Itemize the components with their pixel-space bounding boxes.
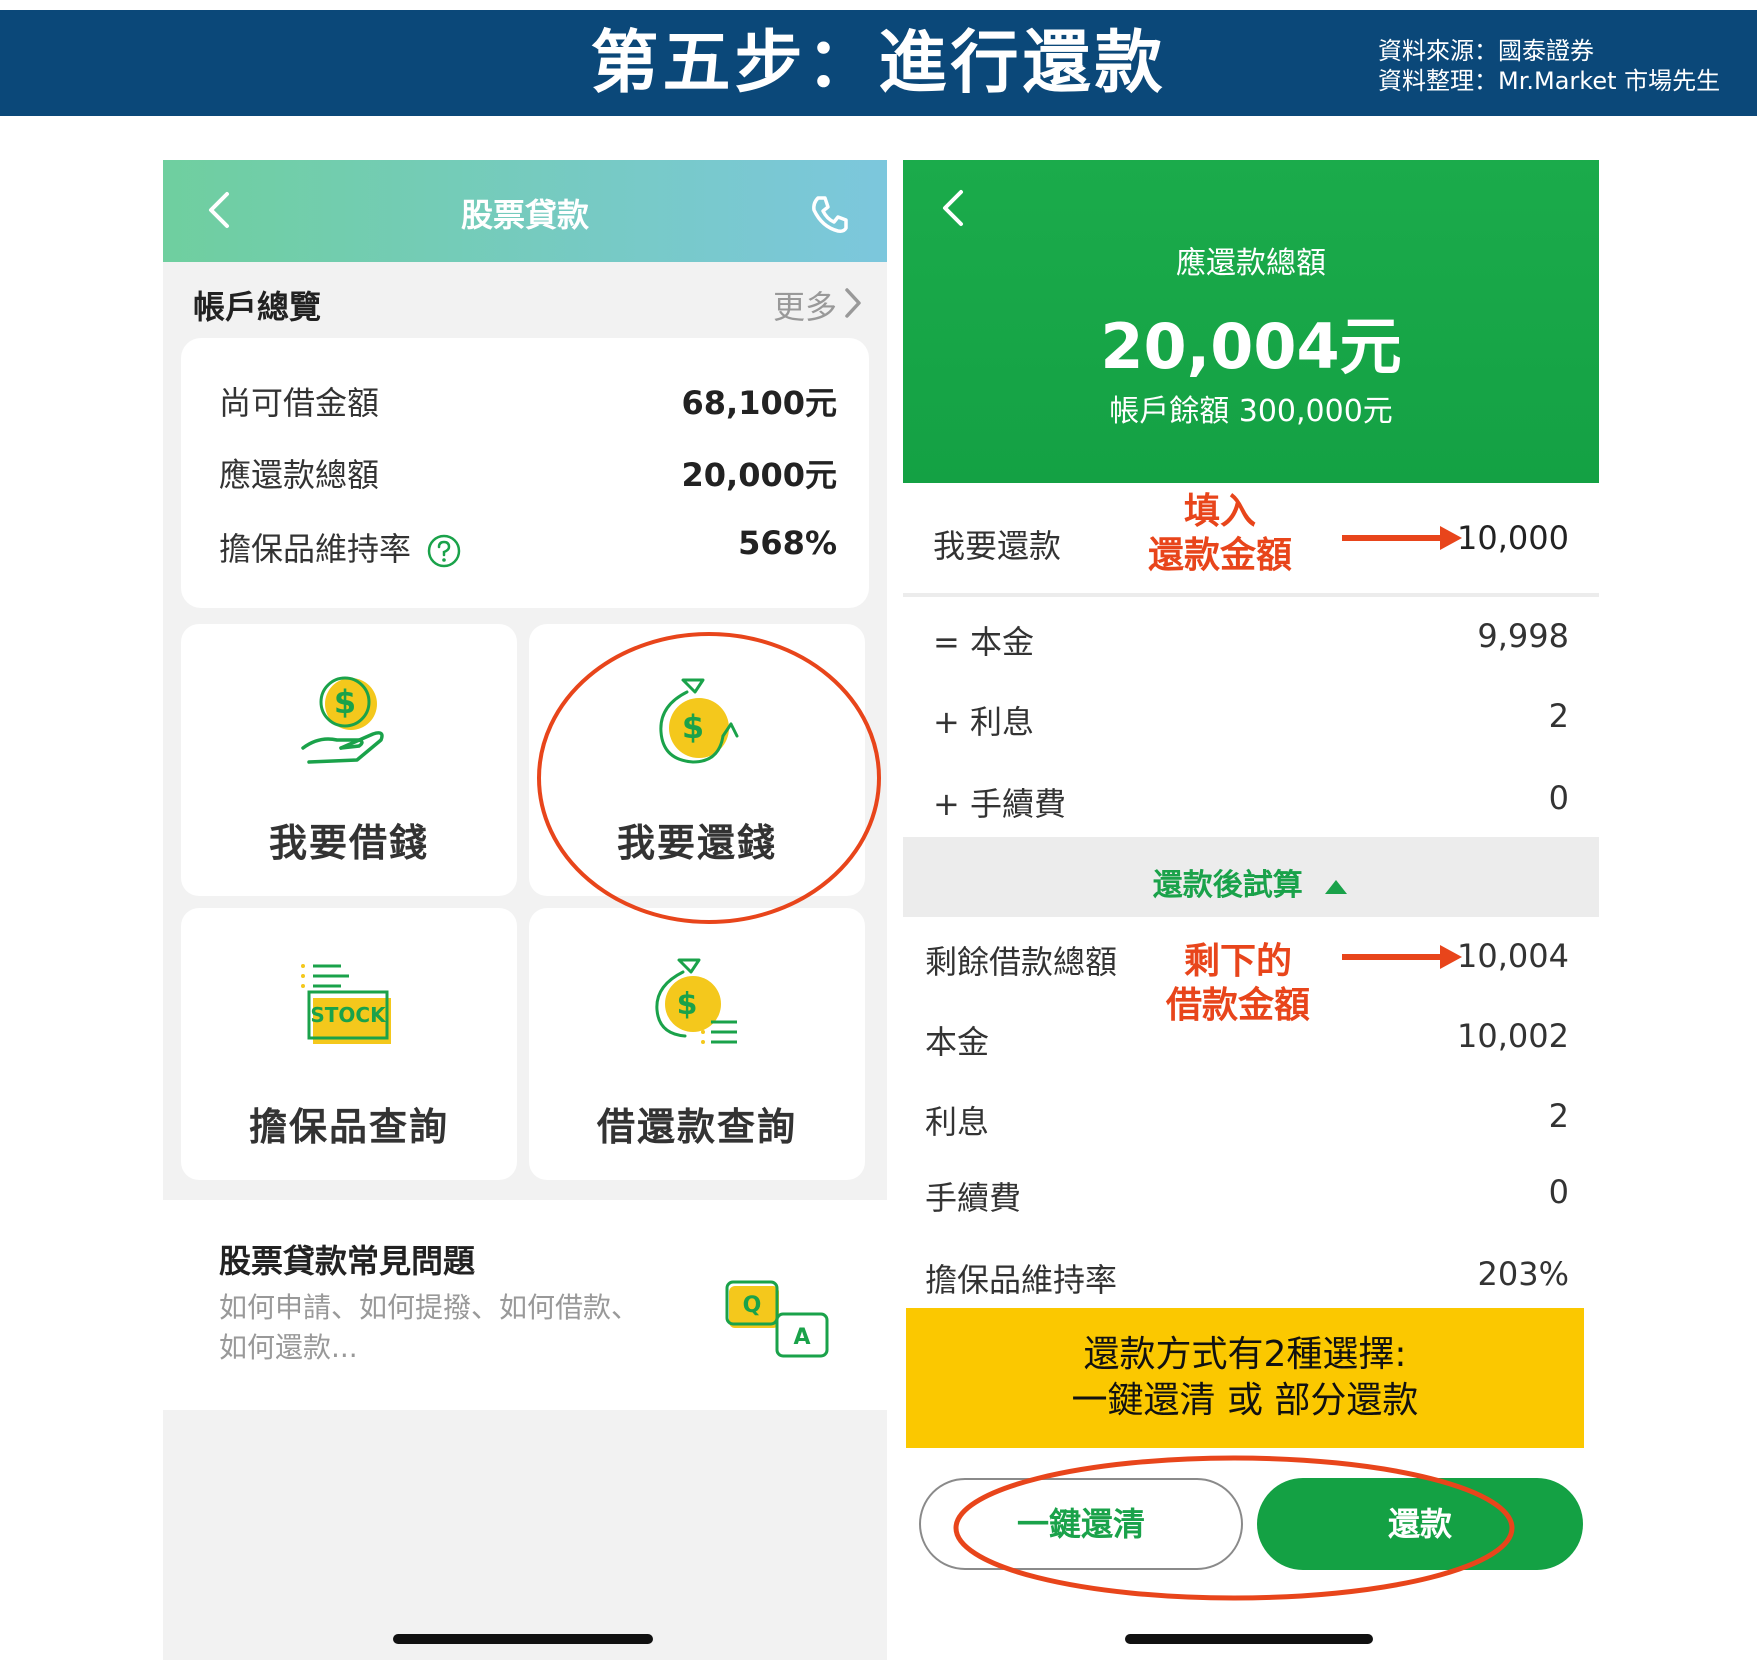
qa-chat-icon: Q A [725,1280,829,1358]
svg-text:$: $ [334,683,356,721]
after-label: 手續費 [925,1179,1022,1217]
toggle-label: 還款後試算 [1152,868,1303,903]
summary-value: 568% [738,524,837,562]
repay-amount-label: 我要還款 [933,527,1062,565]
faq-description: 如何申請、如何提撥、如何借款、如何還款... [219,1291,640,1364]
tile-label: 我要借錢 [268,821,429,865]
stock-certificate-icon: STOCK [301,964,391,1044]
faq-title: 股票貸款常見問題 [219,1242,476,1280]
annotation-line: 剩下的 [1183,941,1292,982]
banner-source-line1: 資料來源：國泰證券 [1378,37,1594,65]
repay-money-tile[interactable]: $ 我要還錢 [529,624,865,896]
summary-label-with-help: 擔保品維持率 [219,524,461,570]
tile-label: 借還款查詢 [596,1105,797,1149]
after-value: 0 [1548,1173,1569,1211]
after-row: 手續費 0 [925,1173,1569,1217]
repay-options-note: 還款方式有2種選擇: 一鍵還清 或 部分還款 [906,1308,1584,1448]
breakdown-value: 2 [1548,697,1569,735]
nav-title: 股票貸款 [460,196,589,234]
note-text: 還款方式有2種選擇: 一鍵還清 或 部分還款 [906,1332,1584,1424]
collateral-query-tile[interactable]: STOCK 擔保品查詢 [181,908,517,1180]
money-bag-repay-icon: $ [659,678,739,764]
summary-row: 尚可借金額 68,100元 [219,378,837,428]
breakdown-value: 0 [1548,779,1569,817]
borrow-money-tile[interactable]: $ 我要借錢 [181,624,517,896]
summary-value: 20,000元 [681,456,838,494]
breakdown-label: = 本金 [933,623,1034,661]
repayment-header: 應還款總額 20,004元 帳戶餘額 300,000元 [903,160,1599,483]
summary-label: 尚可借金額 [219,384,380,422]
summary-label: 擔保品維持率 [219,530,412,568]
annotation-line: 還款金額 [1147,535,1292,576]
banner-source-line2: 資料整理：Mr.Market 市場先生 [1378,67,1721,95]
total-due-label: 應還款總額 [1176,246,1326,281]
after-label: 本金 [925,1023,990,1061]
money-bag-list-icon: $ [655,958,737,1044]
after-value: 10,004 [1457,937,1569,975]
breakdown-row: = 本金 9,998 [933,617,1569,661]
repay-all-button[interactable]: 一鍵還清 [919,1478,1243,1570]
annotation-fill-amount: 填入 還款金額 [1130,490,1310,578]
account-summary-card: 尚可借金額 68,100元 應還款總額 20,000元 擔保品維持率 568% [181,338,869,608]
caret-up-icon [1325,879,1348,894]
svg-text:$: $ [677,987,698,1022]
faq-section[interactable]: 股票貸款常見問題 如何申請、如何提撥、如何借款、如何還款... Q A [163,1200,887,1410]
after-repay-toggle[interactable]: 還款後試算 [903,844,1599,914]
phone-icon[interactable] [808,192,852,236]
svg-text:$: $ [682,708,704,746]
right-phone-screen: 應還款總額 20,004元 帳戶餘額 300,000元 我要還款 10,000 … [903,160,1599,1660]
note-line1: 還款方式有2種選擇: [1083,1334,1407,1375]
repay-breakdown: = 本金 9,998 + 利息 2 + 手續費 0 [903,597,1599,837]
note-line2: 一鍵還清 或 部分還款 [1071,1380,1419,1421]
qa-a-letter: A [793,1325,810,1350]
total-due-amount: 20,004元 [1100,310,1402,383]
after-value: 203% [1477,1255,1569,1293]
stock-badge-text: STOCK [310,1003,387,1027]
chevron-right-icon[interactable] [841,286,865,320]
banner-source: 資料來源：國泰證券 資料整理：Mr.Market 市場先生 [1378,36,1720,96]
summary-row: 應還款總額 20,000元 [219,450,837,500]
action-buttons: 一鍵還清 還款 [903,1458,1599,1660]
overview-title: 帳戶總覽 [193,288,322,326]
breakdown-label: + 利息 [933,703,1034,741]
after-row: 利息 2 [925,1097,1569,1141]
annotation-remaining: 剩下的 借款金額 [1148,940,1328,1028]
tile-label: 我要還錢 [616,821,777,865]
back-arrow-icon[interactable] [937,188,973,228]
after-value: 10,002 [1457,1017,1569,1055]
tile-label: 擔保品查詢 [248,1105,449,1149]
after-value: 2 [1548,1097,1569,1135]
account-overview-header: 帳戶總覽 更多 [163,262,887,336]
summary-row: 擔保品維持率 568% [219,524,837,574]
qa-q-letter: Q [743,1293,762,1318]
more-link[interactable]: 更多 [773,282,837,328]
after-label: 利息 [925,1103,990,1141]
breakdown-row: + 利息 2 [933,697,1569,741]
account-balance: 帳戶餘額 300,000元 [1109,394,1393,429]
repay-button[interactable]: 還款 [1257,1478,1583,1570]
help-question-icon[interactable] [427,534,461,568]
breakdown-label: + 手續費 [933,785,1066,823]
loan-history-tile[interactable]: $ 借還款查詢 [529,908,865,1180]
hand-coin-icon: $ [301,676,384,764]
left-phone-screen: 股票貸款 帳戶總覽 更多 尚可借金額 68,100元 應還款總額 20,000元… [163,160,887,1660]
toggle-row: 還款後試算 [903,860,1599,904]
after-label: 剩餘借款總額 [925,943,1118,981]
summary-value: 68,100元 [681,384,838,422]
annotation-line: 借款金額 [1165,985,1310,1026]
home-indicator[interactable] [1125,1634,1373,1644]
annotation-line: 填入 [1183,491,1256,532]
title-banner: 第五步：進行還款 資料來源：國泰證券 資料整理：Mr.Market 市場先生 [0,10,1757,116]
breakdown-row: + 手續費 0 [933,779,1569,823]
breakdown-value: 9,998 [1477,617,1569,655]
repay-amount-input[interactable]: 10,000 [1457,519,1569,557]
after-label: 擔保品維持率 [925,1261,1118,1299]
summary-label: 應還款總額 [219,456,380,494]
nav-bar: 股票貸款 [163,160,887,262]
after-row: 擔保品維持率 203% [925,1255,1569,1299]
home-indicator[interactable] [393,1634,653,1644]
